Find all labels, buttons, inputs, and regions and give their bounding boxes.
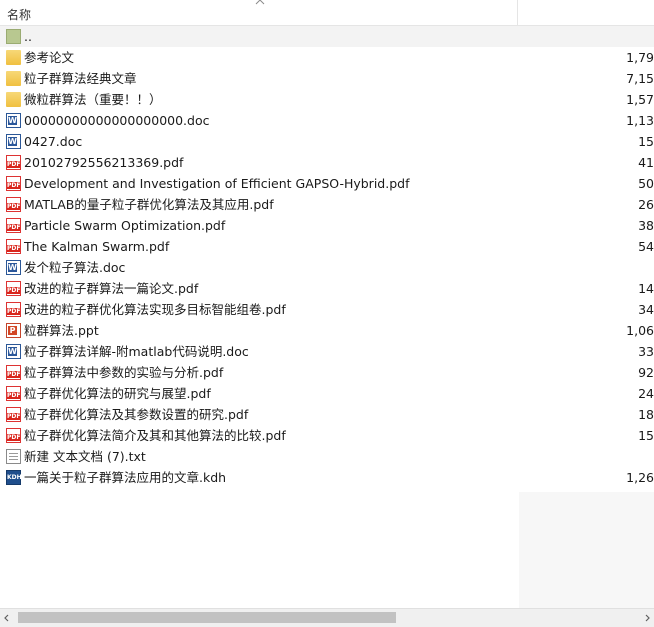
file-name: 粒子群优化算法简介及其和其他算法的比较.pdf [24,428,286,443]
file-size: 50 [638,176,654,191]
file-name: .. [24,29,32,44]
file-row[interactable]: W 00000000000000000000.doc 1,13 [0,110,654,131]
file-size: 34 [638,302,654,317]
file-row[interactable]: W 粒子群算法详解-附matlab代码说明.doc 33 [0,341,654,362]
file-size: 7,15 [626,71,654,86]
file-size: 14 [638,281,654,296]
file-row[interactable]: PDF Development and Investigation of Effi… [0,173,654,194]
file-row[interactable]: PDF 粒子群算法中参数的实验与分析.pdf 92 [0,362,654,383]
file-row[interactable]: PDF MATLAB的量子粒子群优化算法及其应用.pdf 26 [0,194,654,215]
pdf-icon: PDF [6,428,21,443]
pdf-icon: PDF [6,218,21,233]
file-row[interactable]: PDF Particle Swarm Optimization.pdf 38 [0,215,654,236]
file-row[interactable]: PDF The Kalman Swarm.pdf 54 [0,236,654,257]
file-size: 54 [638,239,654,254]
folder-icon [6,71,21,86]
pdf-icon: PDF [6,386,21,401]
file-row[interactable]: PDF 改进的粒子群算法一篇论文.pdf 14 [0,278,654,299]
scrollbar-thumb[interactable] [18,612,396,623]
file-size: 15 [638,428,654,443]
file-row[interactable]: 粒子群算法经典文章 7,15 [0,68,654,89]
word-document-icon: W [6,113,21,128]
list-empty-area [519,492,654,608]
sort-ascending-icon [255,0,265,5]
file-name: 发个粒子算法.doc [24,260,126,275]
file-row[interactable]: 微粒群算法（重要！！） 1,57 [0,89,654,110]
parent-folder-row[interactable]: .. [0,26,654,47]
pdf-icon: PDF [6,239,21,254]
name-column-header[interactable]: 名称 [0,0,518,25]
pdf-icon: PDF [6,176,21,191]
file-row[interactable]: PDF 粒子群优化算法的研究与展望.pdf 24 [0,383,654,404]
file-name: 新建 文本文档 (7).txt [24,449,146,464]
file-size: 24 [638,386,654,401]
folder-icon [6,50,21,65]
scroll-left-arrow-icon[interactable] [2,613,12,623]
file-size: 41 [638,155,654,170]
file-size: 38 [638,218,654,233]
file-size: 1,06 [626,323,654,338]
file-row[interactable]: P 粒群算法.ppt 1,06 [0,320,654,341]
word-document-icon: W [6,134,21,149]
file-size: 1,13 [626,113,654,128]
file-row[interactable]: 参考论文 1,79 [0,47,654,68]
column-header-bar: 名称 [0,0,654,26]
horizontal-scrollbar[interactable] [0,608,654,627]
word-document-icon: W [6,260,21,275]
file-size: 92 [638,365,654,380]
pdf-icon: PDF [6,407,21,422]
file-size: 1,26 [626,470,654,485]
file-name: 粒子群算法详解-附matlab代码说明.doc [24,344,249,359]
file-row[interactable]: W 发个粒子算法.doc [0,257,654,278]
kdh-file-icon: KDH [6,470,22,485]
pdf-icon: PDF [6,365,21,380]
file-name: Development and Investigation of Efficie… [24,176,410,191]
text-file-icon [6,449,21,464]
pdf-icon: PDF [6,302,21,317]
file-name: MATLAB的量子粒子群优化算法及其应用.pdf [24,197,274,212]
file-name: 粒子群算法经典文章 [24,71,137,86]
file-row[interactable]: PDF 粒子群优化算法简介及其和其他算法的比较.pdf 15 [0,425,654,446]
parent-folder-icon [6,29,21,44]
name-column-label: 名称 [7,8,32,22]
scroll-right-arrow-icon[interactable] [642,613,652,623]
file-name: Particle Swarm Optimization.pdf [24,218,226,233]
pdf-icon: PDF [6,281,21,296]
file-row[interactable]: PDF 改进的粒子群优化算法实现多目标智能组卷.pdf 34 [0,299,654,320]
powerpoint-icon: P [6,323,21,338]
file-name: 粒群算法.ppt [24,323,99,338]
file-row[interactable]: KDH 一篇关于粒子群算法应用的文章.kdh 1,26 [0,467,654,488]
file-name: 参考论文 [24,50,75,65]
pdf-icon: PDF [6,155,21,170]
file-name: 微粒群算法（重要！！） [24,92,162,107]
file-name: 20102792556213369.pdf [24,155,184,170]
file-row[interactable]: 新建 文本文档 (7).txt [0,446,654,467]
file-row[interactable]: W 0427.doc 15 [0,131,654,152]
file-name: The Kalman Swarm.pdf [24,239,170,254]
file-name: 粒子群优化算法及其参数设置的研究.pdf [24,407,249,422]
file-row[interactable]: PDF 20102792556213369.pdf 41 [0,152,654,173]
file-name: 0427.doc [24,134,83,149]
file-name: 00000000000000000000.doc [24,113,210,128]
size-column-header[interactable] [519,0,654,25]
file-size: 1,57 [626,92,654,107]
file-name: 改进的粒子群算法一篇论文.pdf [24,281,199,296]
folder-icon [6,92,21,107]
file-size: 15 [638,134,654,149]
file-size: 26 [638,197,654,212]
file-size: 1,79 [626,50,654,65]
file-name: 一篇关于粒子群算法应用的文章.kdh [24,470,227,485]
file-size: 33 [638,344,654,359]
file-name: 粒子群优化算法的研究与展望.pdf [24,386,211,401]
file-size: 18 [638,407,654,422]
file-explorer: 名称 .. 参考论文 1,79 粒子群算法经典文章 7,15 微粒群算法（重要！！） 1,5… [0,0,654,627]
file-name: 粒子群算法中参数的实验与分析.pdf [24,365,224,380]
word-document-icon: W [6,344,21,359]
file-row[interactable]: PDF 粒子群优化算法及其参数设置的研究.pdf 18 [0,404,654,425]
file-name: 改进的粒子群优化算法实现多目标智能组卷.pdf [24,302,286,317]
pdf-icon: PDF [6,197,21,212]
